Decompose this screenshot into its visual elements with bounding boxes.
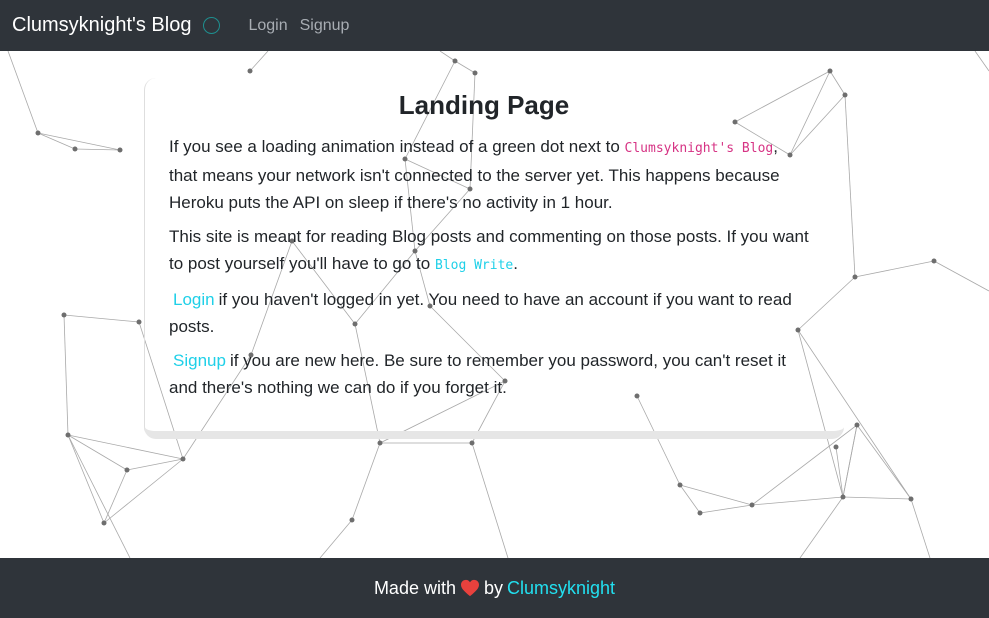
blog-name-code: Clumsyknight's Blog [624,141,774,156]
landing-card-body: Landing Page If you see a loading animat… [169,90,809,408]
footer-by: by [483,577,503,598]
site-purpose-paragraph: This site is meant for reading Blog post… [169,223,809,279]
login-paragraph: Login if you haven't logged in yet. You n… [169,286,809,340]
signup-paragraph: Signup if you are new here. Be sure to re… [169,347,809,401]
signup-link[interactable]: Signup [173,351,226,370]
blog-write-link[interactable]: Blog Write [435,258,513,273]
nav-signup-link[interactable]: Signup [300,17,350,35]
connection-status-icon [203,17,221,34]
footer: Made with by Clumsyknight [0,558,989,618]
p1-text-before: If you see a loading animation instead o… [169,137,625,156]
footer-author-link[interactable]: Clumsyknight [507,578,615,599]
p2-text-after: . [513,254,518,273]
loading-info-paragraph: If you see a loading animation instead o… [169,133,809,216]
page-title: Landing Page [398,90,570,120]
login-link[interactable]: Login [173,290,215,309]
heart-icon [460,579,479,597]
brand-title[interactable]: Clumsyknight's Blog [12,14,191,37]
top-navbar: Clumsyknight's Blog Login Signup [0,0,989,51]
nav-login-link[interactable]: Login [248,17,287,35]
footer-made-with: Made with [373,577,456,598]
signup-paragraph-text: if you are new here. Be sure to remember… [169,351,786,397]
login-paragraph-text: if you haven't logged in yet. You need t… [169,290,792,336]
